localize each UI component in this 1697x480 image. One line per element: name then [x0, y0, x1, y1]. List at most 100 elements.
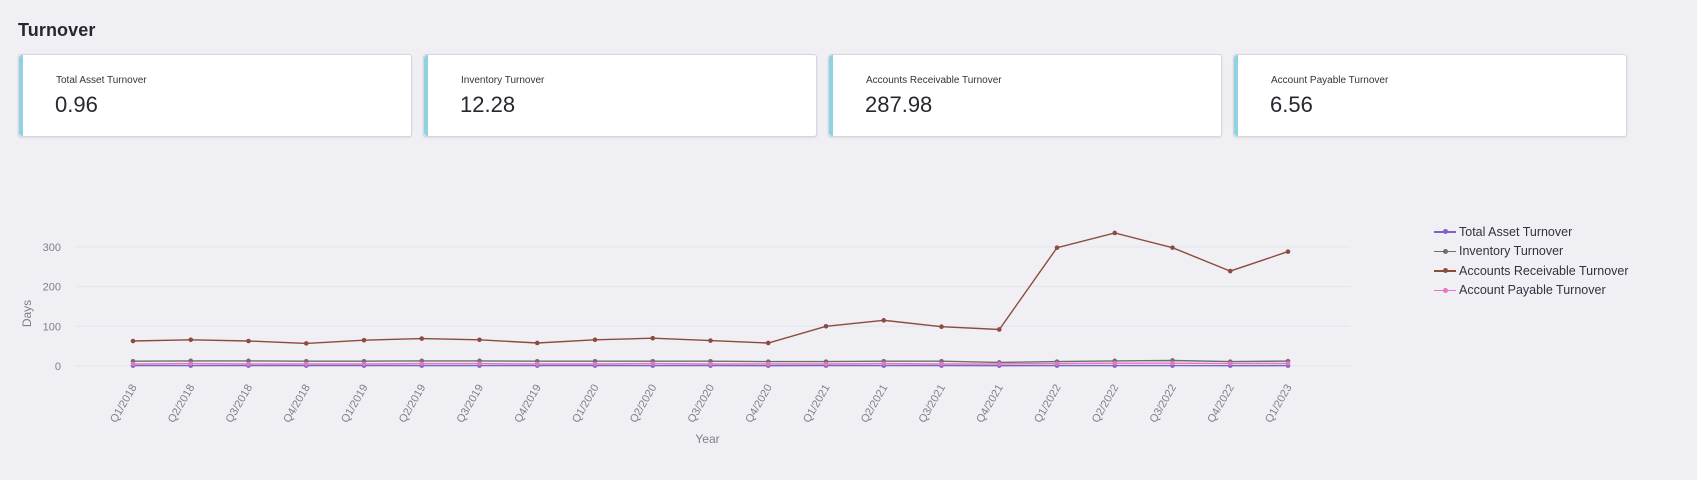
x-tick-label: Q4/2021: [974, 383, 1005, 426]
legend-swatch-icon: [1434, 265, 1456, 277]
data-point: [1170, 360, 1175, 366]
y-tick-label: 200: [43, 282, 61, 294]
x-tick-label: Q3/2019: [455, 383, 486, 426]
metric-label: Account Payable Turnover: [1271, 75, 1389, 86]
data-point: [996, 361, 1002, 367]
data-point: [1054, 361, 1060, 366]
data-point: [650, 361, 656, 366]
turnover-line-chart: 0 100 200 300 Days Q1/2018 Q2/2018 Q3/2018 Q4/20…: [20, 230, 1350, 446]
metric-value: 0.96: [55, 92, 98, 117]
y-axis-title: Days: [20, 300, 34, 327]
x-tick-label: Q4/2018: [281, 383, 312, 426]
legend-label: Account Payable Turnover: [1459, 283, 1606, 298]
x-tick-label: Q3/2021: [917, 383, 948, 426]
x-tick-label: Q1/2021: [801, 383, 832, 426]
data-point: [765, 340, 771, 346]
x-tick-label: Q2/2021: [859, 383, 890, 426]
legend-label: Inventory Turnover: [1459, 244, 1564, 259]
metric-label: Total Asset Turnover: [56, 75, 147, 86]
data-point: [188, 361, 194, 366]
data-point: [419, 336, 425, 341]
data-point: [246, 338, 251, 344]
page-title: Turnover: [18, 20, 96, 40]
data-point: [1112, 230, 1118, 236]
data-point: [650, 335, 656, 341]
data-point: [708, 338, 713, 343]
data-point: [881, 318, 887, 323]
data-point: [939, 361, 944, 367]
metric-value: 6.56: [1270, 92, 1313, 117]
metric-card-account-payable-turnover: Account Payable Turnover 6.56: [1233, 54, 1627, 137]
x-tick-label: Q2/2019: [397, 383, 428, 426]
x-tick-label: Q1/2023: [1263, 383, 1294, 426]
legend-swatch-icon: [1434, 284, 1456, 296]
data-point: [477, 337, 482, 343]
data-point: [939, 324, 944, 329]
data-point: [1054, 245, 1060, 250]
data-point: [881, 361, 887, 366]
data-point: [303, 361, 309, 367]
data-point: [765, 361, 771, 367]
data-point: [1112, 360, 1118, 366]
metric-value: 287.98: [865, 92, 933, 117]
data-point: [996, 327, 1002, 332]
x-tick-label: Q1/2018: [108, 383, 139, 426]
data-point: [1285, 361, 1291, 366]
metric-card-inventory-turnover: Inventory Turnover 12.28: [423, 54, 817, 137]
x-tick-label: Q4/2019: [512, 383, 543, 426]
data-point: [361, 361, 367, 367]
data-point: [592, 361, 598, 367]
data-point: [534, 340, 540, 346]
data-point: [246, 361, 251, 367]
x-tick-label: Q1/2020: [570, 383, 601, 426]
data-point: [419, 361, 425, 366]
data-point: [188, 337, 194, 343]
legend-item[interactable]: Account Payable Turnover: [1434, 281, 1629, 301]
data-point: [361, 337, 367, 343]
legend-swatch-dot: [1442, 268, 1448, 274]
data-point: [592, 337, 598, 343]
metric-card-accounts-receivable-turnover: Accounts Receivable Turnover 287.98: [828, 54, 1222, 137]
card-accent-bar: [829, 55, 833, 136]
data-point: [823, 324, 829, 329]
x-tick-label: Q1/2019: [339, 383, 370, 426]
legend-swatch-icon: [1434, 245, 1456, 257]
x-tick-label: Q1/2022: [1032, 383, 1063, 426]
data-point: [477, 361, 482, 366]
x-tick-label: Q3/2018: [224, 383, 255, 426]
card-accent-bar: [19, 55, 23, 136]
legend-swatch-dot: [1442, 248, 1448, 254]
x-axis-title: Year: [695, 432, 719, 446]
x-tick-label: Q2/2022: [1090, 383, 1121, 426]
y-tick-label: 300: [43, 242, 61, 254]
data-point: [130, 361, 136, 367]
legend-swatch-icon: [1434, 226, 1456, 238]
legend-label: Total Asset Turnover: [1459, 224, 1573, 239]
data-point: [1227, 268, 1233, 274]
data-point: [1170, 245, 1175, 250]
data-point: [1285, 249, 1291, 254]
x-tick-label: Q2/2018: [166, 383, 197, 426]
metric-label: Accounts Receivable Turnover: [866, 75, 1002, 86]
x-tick-label: Q3/2022: [1148, 383, 1179, 426]
series-line: [132, 232, 1289, 345]
chart-legend: Total Asset Turnover Inventory Turnover Ac…: [1434, 222, 1629, 300]
data-point: [1227, 361, 1233, 366]
x-tick-label: Q4/2022: [1205, 383, 1236, 426]
legend-item[interactable]: Total Asset Turnover: [1434, 222, 1629, 242]
legend-item[interactable]: Accounts Receivable Turnover: [1434, 261, 1629, 281]
card-accent-bar: [424, 55, 428, 136]
metric-label: Inventory Turnover: [461, 75, 545, 86]
x-tick-label: Q4/2020: [743, 383, 774, 426]
legend-item[interactable]: Inventory Turnover: [1434, 242, 1629, 262]
metric-value: 12.28: [460, 92, 516, 117]
y-tick-label: 0: [55, 361, 61, 373]
x-tick-label: Q2/2020: [628, 383, 659, 426]
data-point: [708, 361, 713, 367]
x-tick-label: Q3/2020: [686, 383, 717, 426]
legend-label: Accounts Receivable Turnover: [1459, 263, 1629, 278]
legend-swatch-dot: [1442, 229, 1448, 235]
legend-swatch-dot: [1442, 287, 1448, 293]
data-point: [130, 338, 136, 344]
card-accent-bar: [1234, 55, 1238, 136]
